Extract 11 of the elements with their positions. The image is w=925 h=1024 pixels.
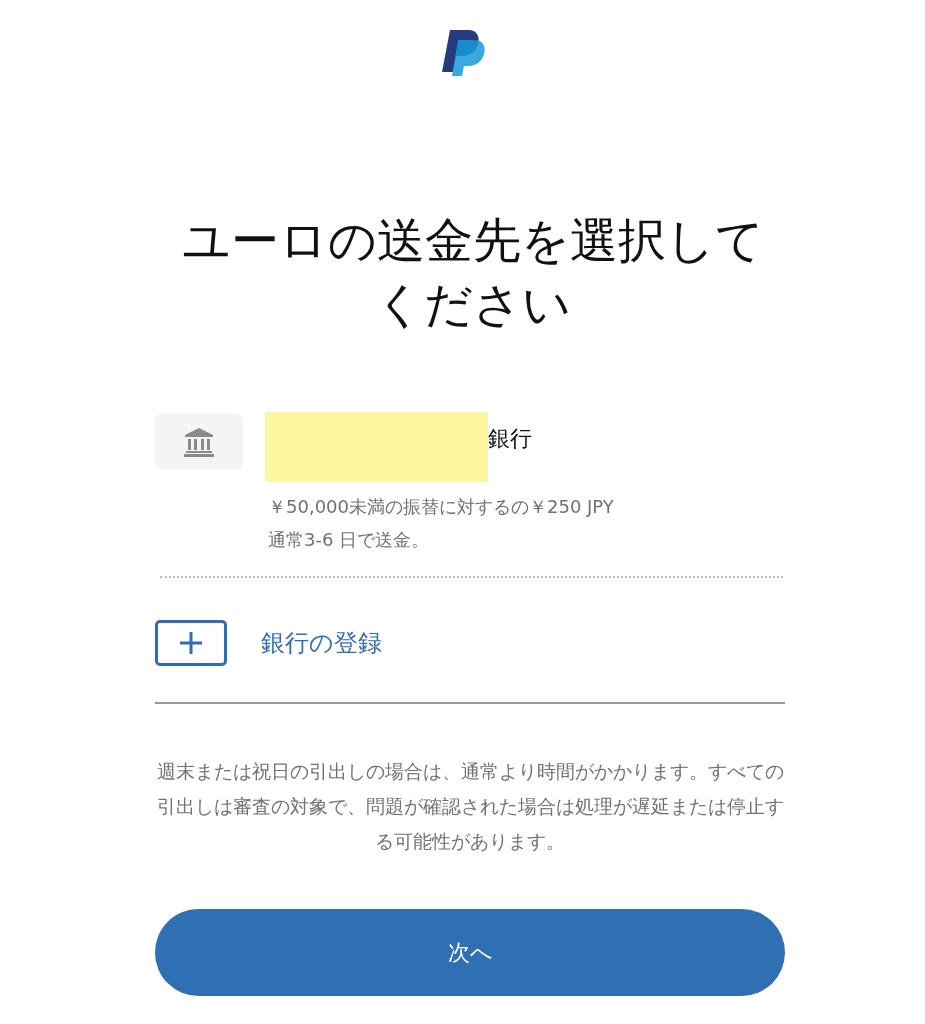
withdrawal-note: 週末または祝日の引出しの場合は、通常より時間がかかります。すべての引出しは審査の対象で、問題が確認された場合は処理が遅延または停止する可能性があります。 <box>155 759 785 854</box>
add-bank-link[interactable]: 銀行の登録 <box>261 627 382 659</box>
add-bank-button[interactable] <box>155 620 227 666</box>
bank-name: 銀行 <box>488 425 532 453</box>
fee-text: ￥50,000未満の振替に対するの￥250 JPY <box>268 495 614 519</box>
page-title: ユーロの送金先を選択してください <box>180 211 765 334</box>
next-button[interactable]: 次へ <box>155 909 785 996</box>
logo-icon <box>439 28 486 78</box>
transfer-time-text: 通常3-6 日で送金。 <box>268 528 431 552</box>
plus-icon <box>180 632 202 654</box>
bank-icon <box>183 425 215 458</box>
